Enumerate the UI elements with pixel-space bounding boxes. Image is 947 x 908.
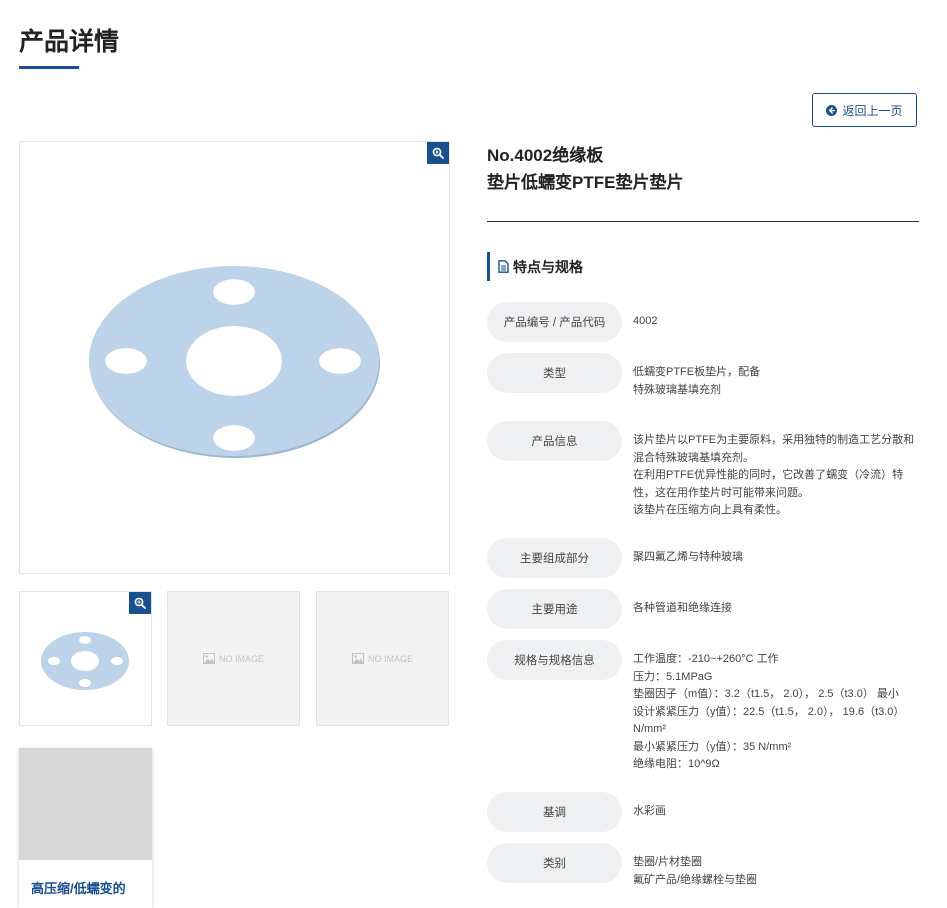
section-heading: 特点与规格 (487, 252, 583, 281)
arrow-left-circle-icon (826, 104, 838, 116)
spec-label: 规格与规格信息 (487, 640, 622, 680)
thumbnail-1[interactable] (19, 591, 152, 726)
spec-value-line: 最小紧紧压力（y值）：35 N/mm² (633, 740, 792, 753)
spec-value-line: 该片垫片以PTFE为主要原料，采用独特的制造工艺分散和 (633, 434, 915, 446)
related-product-title[interactable]: 高压缩/低蠕变的 (19, 860, 152, 897)
spec-value-line: 水彩画 (633, 805, 666, 817)
spec-value-line: 混合特殊玻璃基填充剂。 (633, 451, 754, 464)
zoom-in-icon (134, 597, 146, 609)
spec-label: 主要组成部分 (487, 538, 622, 578)
page-title: 产品详情 (19, 28, 120, 56)
spec-value: 水彩画 (633, 803, 923, 821)
spec-value-line: 各种管道和绝缘连接 (633, 602, 732, 614)
spec-value-line: 该垫片在压缩方向上具有柔性。 (633, 504, 787, 516)
section-title: 特点与规格 (513, 258, 583, 275)
product-title-line1: No.4002绝缘板 (487, 146, 604, 165)
related-product-image (19, 748, 152, 860)
spec-value: 该片垫片以PTFE为主要原料，采用独特的制造工艺分散和 混合特殊玻璃基填充剂。 … (633, 432, 923, 520)
title-underline (19, 66, 79, 69)
spec-value-line: N/mm² (633, 723, 666, 735)
thumbnail-2[interactable]: NO IMAGE (167, 591, 300, 726)
spec-label: 基调 (487, 792, 622, 832)
back-button-label: 返回上一页 (842, 103, 903, 118)
image-icon (202, 653, 215, 664)
product-title: No.4002绝缘板 垫片低蠕变PTFE垫片垫片 (487, 142, 683, 196)
spec-value-line: 垫圈/片材垫圈 (633, 856, 703, 868)
related-product-card[interactable]: 高压缩/低蠕变的 (19, 748, 152, 908)
gasket-image (89, 266, 380, 458)
spec-label: 产品编号 / 产品代码 (487, 302, 622, 342)
spec-value-line: 4002 (633, 315, 658, 327)
back-button[interactable]: 返回上一页 (812, 93, 917, 127)
spec-label: 主要用途 (487, 589, 622, 629)
image-icon (351, 653, 364, 664)
thumbnail-zoom-button[interactable] (129, 592, 151, 614)
spec-value-line: 设计紧紧压力（y值）：22.5（t1.5， 2.0）， 19.6（t3.0） (633, 705, 905, 718)
spec-value-line: 特殊玻璃基填充剂 (633, 383, 721, 396)
spec-value: 工作温度：-210~+260°C 工作 压力：5.1MPaG 垫圈因子（m值）：… (633, 651, 923, 774)
spec-value: 各种管道和绝缘连接 (633, 600, 923, 618)
main-product-image[interactable] (19, 141, 450, 574)
spec-value-line: 氟矿产品/绝缘螺栓与垫圈 (633, 873, 758, 886)
no-image-label: NO IMAGE (367, 653, 413, 664)
spec-value-line: 压力：5.1MPaG (633, 670, 713, 683)
product-title-line2: 垫片低蠕变PTFE垫片垫片 (487, 173, 684, 192)
document-icon (498, 260, 509, 273)
spec-label: 类型 (487, 353, 622, 393)
zoom-button[interactable] (427, 142, 449, 164)
spec-value-line: 低蠕变PTFE板垫片，配备 (633, 366, 761, 378)
spec-label: 产品信息 (487, 421, 622, 461)
thumbnail-3[interactable]: NO IMAGE (316, 591, 449, 726)
spec-value-line: 工作温度：-210~+260°C 工作 (633, 653, 779, 665)
spec-value-line: 垫圈因子（m值）：3.2（t1.5， 2.0）， 2.5（t3.0） 最小 (633, 688, 899, 700)
spec-value-line: 性，这在用作垫片时可能带来问题。 (633, 486, 809, 499)
spec-value-line: 在利用PTFE优异性能的同时，它改善了蠕变（冷流）特 (633, 469, 904, 481)
zoom-in-icon (432, 147, 444, 159)
spec-value: 聚四氟乙烯与特种玻璃 (633, 549, 923, 567)
title-divider (487, 221, 919, 222)
spec-value: 垫圈/片材垫圈 氟矿产品/绝缘螺栓与垫圈 (633, 854, 923, 889)
spec-value-line: 聚四氟乙烯与特种玻璃 (633, 551, 743, 563)
no-image-label: NO IMAGE (218, 653, 264, 664)
spec-label: 类别 (487, 843, 622, 883)
spec-value: 4002 (633, 313, 923, 331)
spec-value-line: 绝缘电阻：10^9Ω (633, 758, 720, 770)
spec-value: 低蠕变PTFE板垫片，配备 特殊玻璃基填充剂 (633, 364, 923, 399)
